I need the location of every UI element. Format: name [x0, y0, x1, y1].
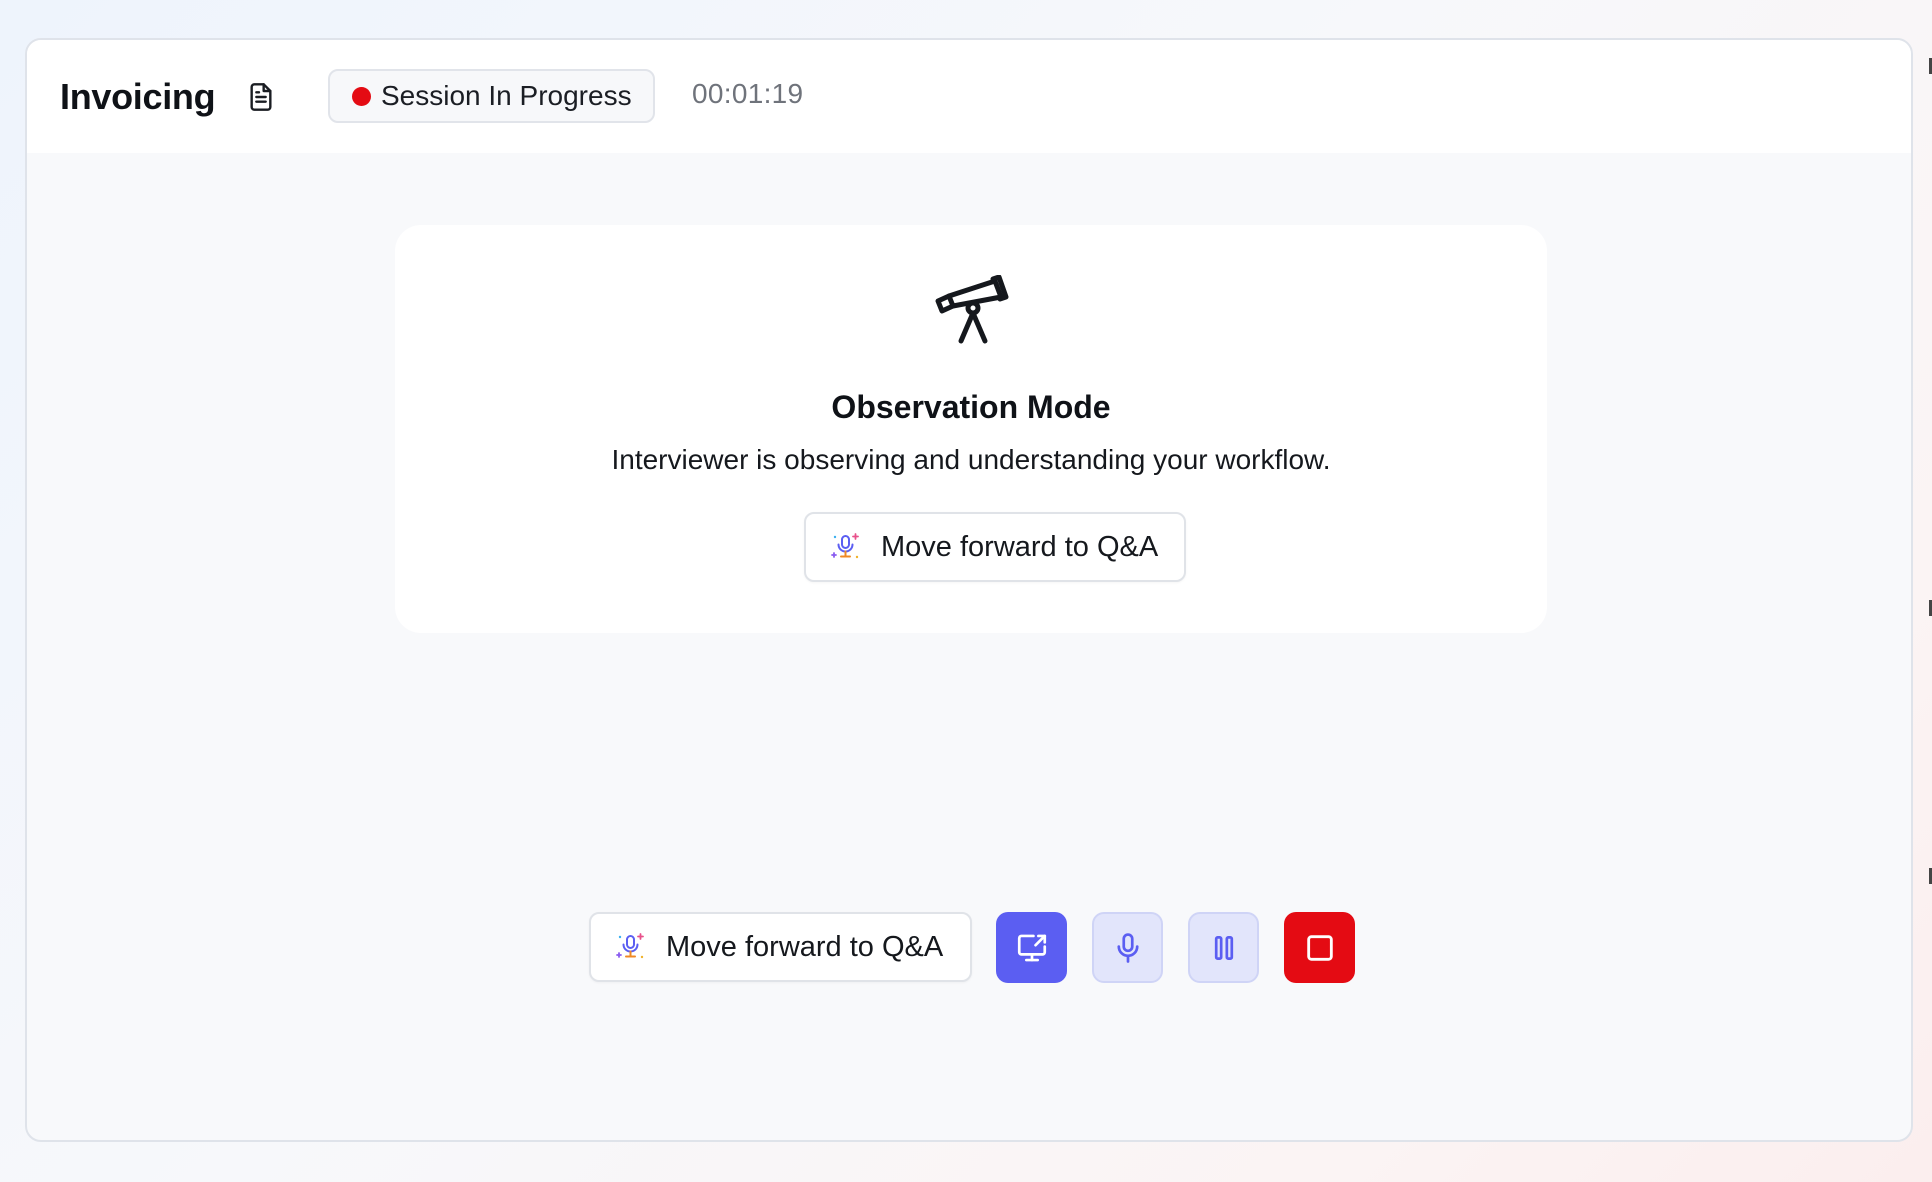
stop-icon	[1306, 934, 1333, 961]
mode-description: Interviewer is observing and understandi…	[611, 444, 1331, 475]
document-icon[interactable]	[245, 80, 277, 114]
sparkle-mic-icon	[831, 533, 859, 559]
move-to-qa-bar-label: Move forward to Q&A	[666, 930, 944, 963]
pause-icon	[1214, 935, 1233, 960]
move-to-qa-button[interactable]: Move forward to Q&A	[804, 512, 1186, 582]
move-to-qa-bar-button[interactable]: Move forward to Q&A	[589, 912, 972, 982]
observation-card: Observation Mode Interviewer is observin…	[395, 225, 1547, 633]
microphone-button[interactable]	[1092, 912, 1163, 983]
header: Invoicing Session In Progress 00:01:19	[27, 40, 1911, 153]
monitor-share-icon	[1017, 934, 1046, 961]
microphone-icon	[1116, 932, 1139, 963]
app-window: Invoicing Session In Progress 00:01:19 O…	[25, 38, 1913, 1142]
page-title: Invoicing	[60, 76, 216, 117]
pause-button[interactable]	[1188, 912, 1259, 983]
mode-title: Observation Mode	[831, 389, 1111, 425]
status-label: Session In Progress	[381, 80, 632, 111]
sparkle-mic-icon	[616, 933, 644, 959]
telescope-icon	[935, 275, 1009, 344]
move-to-qa-label: Move forward to Q&A	[881, 530, 1159, 563]
stop-button[interactable]	[1284, 912, 1355, 983]
recording-dot-icon	[352, 86, 371, 106]
share-screen-button[interactable]	[996, 912, 1067, 983]
session-timer: 00:01:19	[692, 78, 804, 109]
status-badge: Session In Progress	[328, 69, 655, 123]
